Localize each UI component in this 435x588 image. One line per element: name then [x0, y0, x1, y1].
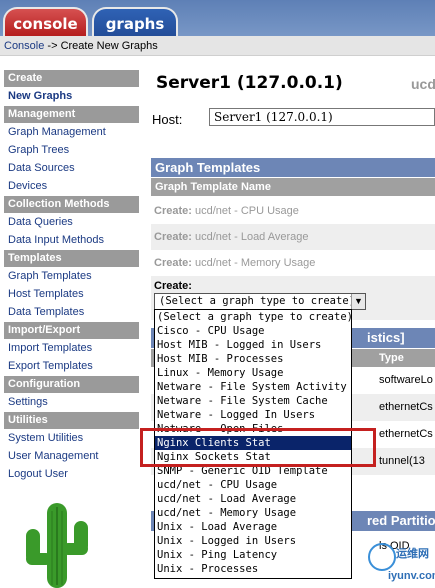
- table-cell: tunnel(13: [379, 455, 425, 467]
- menu-header-utilities: Utilities: [4, 412, 139, 429]
- template-row[interactable]: Create: ucd/net - Load Average: [151, 224, 435, 250]
- sidebar-item-logout-user[interactable]: Logout User: [4, 466, 139, 483]
- template-row-prefix: Create:: [154, 205, 192, 217]
- tab-console[interactable]: console: [3, 7, 88, 36]
- create-label: Create:: [154, 280, 192, 292]
- sidebar-item-graph-management[interactable]: Graph Management: [4, 124, 139, 141]
- dropdown-option[interactable]: (Select a graph type to create): [155, 310, 351, 324]
- sidebar-item-user-management[interactable]: User Management: [4, 448, 139, 465]
- template-row[interactable]: Create: ucd/net - Memory Usage: [151, 250, 435, 276]
- dropdown-option[interactable]: Unix - Logged in Users: [155, 534, 351, 548]
- template-row-prefix: Create:: [154, 231, 192, 243]
- sidebar-item-devices[interactable]: Devices: [4, 178, 139, 195]
- sidebar-item-graph-trees[interactable]: Graph Trees: [4, 142, 139, 159]
- sidebar-item-export-templates[interactable]: Export Templates: [4, 358, 139, 375]
- type-column-label: Type: [379, 352, 404, 364]
- breadcrumb-console-link[interactable]: Console: [4, 40, 44, 52]
- dropdown-option[interactable]: Unix - Load Average: [155, 520, 351, 534]
- chevron-down-icon[interactable]: ▼: [351, 294, 365, 309]
- sidebar-item-data-input-methods[interactable]: Data Input Methods: [4, 232, 139, 249]
- sidebar-item-import-templates[interactable]: Import Templates: [4, 340, 139, 357]
- menu-header-management: Management: [4, 106, 139, 123]
- table-cell: softwareLo: [379, 374, 433, 386]
- menu-header-create: Create: [4, 70, 139, 87]
- sidebar-item-host-templates[interactable]: Host Templates: [4, 286, 139, 303]
- menu-header-configuration: Configuration: [4, 376, 139, 393]
- dropdown-option[interactable]: Linux - Memory Usage: [155, 366, 351, 380]
- page-title: Server1 (127.0.0.1): [156, 73, 343, 93]
- data-query-header-text: istics]: [367, 330, 405, 345]
- graph-templates-header: Graph Templates: [151, 158, 435, 177]
- sidebar-item-new-graphs[interactable]: New Graphs: [4, 88, 139, 105]
- breadcrumb-separator: ->: [44, 40, 61, 52]
- cactus-logo-icon: [26, 503, 88, 588]
- menu-header-templates: Templates: [4, 250, 139, 267]
- template-row-name: ucd/net - CPU Usage: [194, 205, 299, 217]
- dropdown-option[interactable]: Netware - Logged In Users: [155, 408, 351, 422]
- graph-template-name-column: Graph Template Name: [151, 178, 435, 196]
- dropdown-option[interactable]: ucd/net - Load Average: [155, 492, 351, 506]
- dropdown-option[interactable]: ucd/net - CPU Usage: [155, 478, 351, 492]
- watermark-circle-icon: [368, 543, 396, 571]
- table-cell: ethernetCs: [379, 401, 433, 413]
- sidebar-item-system-utilities[interactable]: System Utilities: [4, 430, 139, 447]
- sidebar-item-data-templates[interactable]: Data Templates: [4, 304, 139, 321]
- sidebar-item-settings[interactable]: Settings: [4, 394, 139, 411]
- tab-graphs[interactable]: graphs: [92, 7, 178, 36]
- breadcrumb-current: Create New Graphs: [60, 40, 158, 52]
- template-row[interactable]: Create: ucd/net - CPU Usage: [151, 198, 435, 224]
- dropdown-option[interactable]: Netware - File System Activity: [155, 380, 351, 394]
- host-select[interactable]: Server1 (127.0.0.1): [209, 108, 435, 126]
- top-tab-bar: console graphs: [0, 0, 435, 36]
- host-label: Host:: [152, 112, 183, 127]
- dropdown-option[interactable]: Cisco - CPU Usage: [155, 324, 351, 338]
- dropdown-option[interactable]: Netware - File System Cache: [155, 394, 351, 408]
- template-row-prefix: Create:: [154, 257, 192, 269]
- dropdown-option[interactable]: ucd/net - Memory Usage: [155, 506, 351, 520]
- sidebar-item-data-sources[interactable]: Data Sources: [4, 160, 139, 177]
- dropdown-option[interactable]: Unix - Ping Latency: [155, 548, 351, 562]
- template-row-name: ucd/net - Load Average: [194, 231, 309, 243]
- dropdown-option[interactable]: Unix - Processes: [155, 562, 351, 576]
- menu-header-import-export: Import/Export: [4, 322, 139, 339]
- table-cell: ethernetCs: [379, 428, 433, 440]
- breadcrumb: Console -> Create New Graphs: [0, 36, 435, 56]
- sidebar-item-graph-templates[interactable]: Graph Templates: [4, 268, 139, 285]
- menu-header-collection-methods: Collection Methods: [4, 196, 139, 213]
- page-title-clipped: ucd: [411, 76, 435, 92]
- watermark-logo: 运维网 iyunv.com: [368, 540, 435, 588]
- highlight-annotation-box: [140, 428, 376, 467]
- template-row-name: ucd/net - Memory Usage: [194, 257, 316, 269]
- dropdown-option[interactable]: Host MIB - Processes: [155, 352, 351, 366]
- graph-type-select[interactable]: (Select a graph type to create): [154, 293, 366, 310]
- watermark-text: 运维网: [396, 548, 429, 560]
- watermark-url: iyunv.com: [388, 570, 435, 582]
- dropdown-option[interactable]: Host MIB - Logged in Users: [155, 338, 351, 352]
- stored-partitions-header-text: red Partitio: [367, 513, 435, 528]
- sidebar-item-data-queries[interactable]: Data Queries: [4, 214, 139, 231]
- sidebar-menu: Create New Graphs Management Graph Manag…: [4, 70, 139, 484]
